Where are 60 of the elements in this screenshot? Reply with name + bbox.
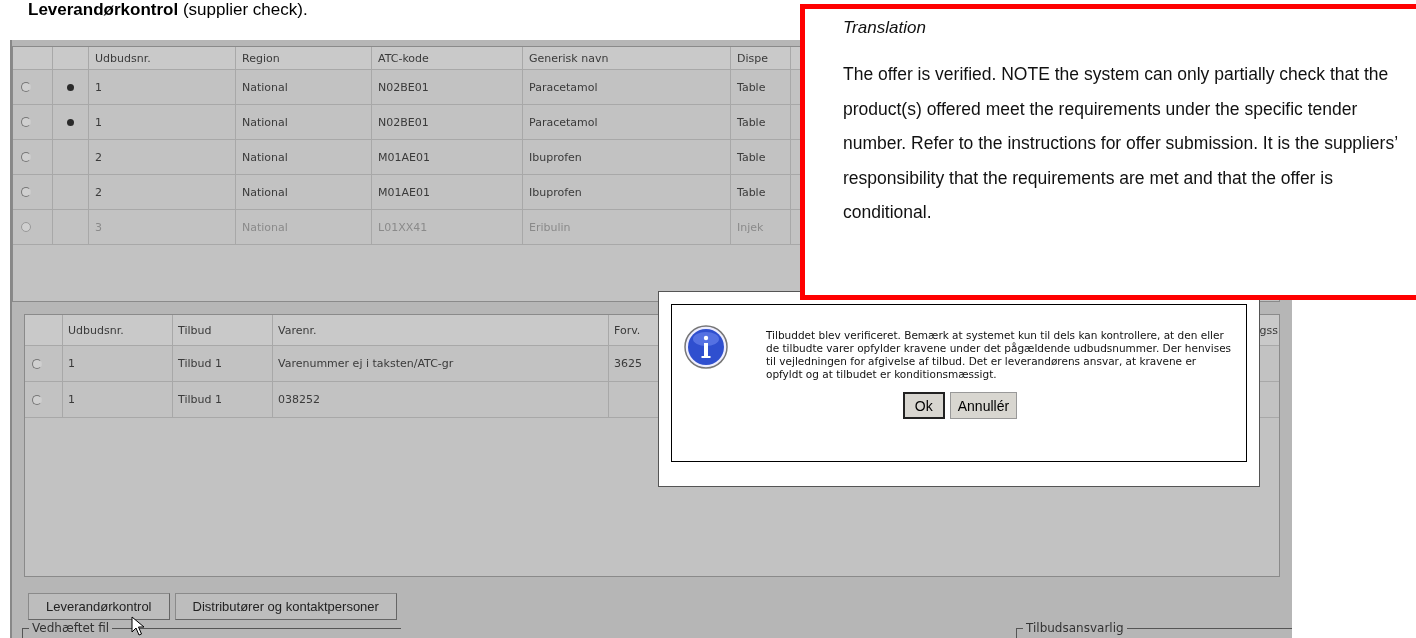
table-cell: 1: [68, 393, 75, 406]
table-cell: National: [242, 80, 288, 94]
table-cell: Injek: [737, 220, 764, 234]
table-cell: N02BE01: [378, 80, 429, 94]
column-header: Udbudsnr.: [68, 323, 124, 337]
table-cell: Ibuprofen: [529, 150, 582, 164]
column-header: ATC-kode: [378, 51, 429, 65]
table-cell: Varenummer ej i taksten/ATC-gr: [278, 357, 454, 370]
table-cell: Table: [737, 150, 766, 164]
radio-button[interactable]: [32, 394, 42, 405]
table-cell: M01AE01: [378, 185, 430, 199]
fieldset-legend: Vedhæftet fil: [29, 621, 113, 635]
table-cell: Tilbud 1: [178, 357, 222, 370]
table-cell: 1: [95, 80, 102, 94]
note-text: The offer is verified. NOTE the system can only partially check that the product(s) offered meet the requirements under the specific tender number. Refer to the instructions for offer submission. It is the suppliers’ responsibility that the requirements are met and that the offer is conditional.: [843, 63, 1399, 224]
table-cell: 1: [68, 357, 75, 370]
action-button[interactable]: Distributører og kontaktpersoner: [174, 593, 397, 620]
table-cell: Paracetamol: [529, 115, 598, 129]
action-button[interactable]: Leverandørkontrol: [28, 593, 170, 620]
dialog-button[interactable]: Ok: [902, 392, 945, 419]
table-cell: Table: [737, 185, 766, 199]
table-cell: Table: [737, 80, 766, 94]
column-header: Region: [242, 51, 280, 65]
table-cell: Tilbud 1: [178, 393, 222, 406]
cursor-icon: [131, 616, 145, 636]
radio-button[interactable]: [21, 117, 31, 127]
table-cell: Eribulin: [529, 220, 571, 234]
column-header: Generisk navn: [529, 51, 609, 65]
table-cell: 3625: [614, 357, 642, 370]
table-cell: 2: [95, 150, 102, 164]
table-cell: Table: [737, 115, 766, 129]
table-cell: 3: [95, 220, 102, 234]
column-header: Forv.: [614, 323, 641, 337]
table-cell: M01AE01: [378, 150, 430, 164]
dialog-button[interactable]: Annullér: [949, 392, 1018, 419]
table-cell: National: [242, 220, 288, 234]
table-cell: Ibuprofen: [529, 185, 582, 199]
info-icon: [684, 325, 728, 369]
column-header: Tilbud: [178, 323, 212, 337]
table-cell: Paracetamol: [529, 80, 598, 94]
radio-button[interactable]: [32, 358, 42, 369]
table-cell: L01XX41: [378, 220, 428, 234]
column-header: gss: [1259, 323, 1278, 337]
column-header: Udbudsnr.: [95, 51, 151, 65]
radio-button[interactable]: [21, 187, 31, 197]
column-header: Dispe: [737, 51, 768, 65]
table-cell: N02BE01: [378, 115, 429, 129]
fieldset-legend: Tilbudsansvarlig: [1023, 621, 1127, 635]
column-header: Varenr.: [278, 323, 317, 337]
caption-text: Leverandørkontrol (supplier check).: [28, 0, 308, 20]
table-cell: 2: [95, 185, 102, 199]
dialog-message: Tilbuddet blev verificeret. Bemærk at systemet kun til dels kan kontrollere, at den eller de tilbudte varer opfylder kravene under det pågældende udbudsnummer. Der henvises til vejledningen for afgivelse af tilbud. Det er leverandørens ansvar, at kravene er opfyldt og at tilbudet er konditionsmæssigt.: [766, 329, 1233, 381]
table-cell: National: [242, 185, 288, 199]
table-cell: National: [242, 115, 288, 129]
radio-button[interactable]: [21, 152, 31, 162]
table-cell: 038252: [278, 393, 320, 406]
table-cell: National: [242, 150, 288, 164]
table-cell: 1: [95, 115, 102, 129]
radio-button[interactable]: [21, 82, 31, 92]
note-title: Translation: [843, 17, 927, 39]
